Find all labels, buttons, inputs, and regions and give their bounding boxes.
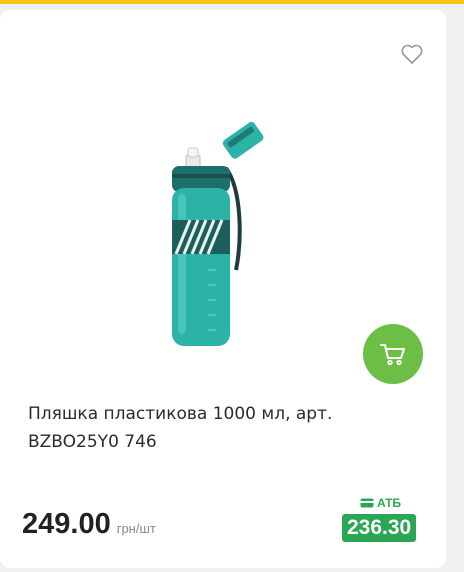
cart-icon: [380, 344, 405, 366]
heart-icon: [401, 44, 423, 64]
atb-label-text: АТБ: [377, 496, 402, 510]
product-title[interactable]: Пляшка пластикова 1000 мл, арт. BZBO25Y0…: [28, 400, 428, 456]
product-card[interactable]: Пляшка пластикова 1000 мл, арт. BZBO25Y0…: [0, 10, 446, 568]
atb-card-price: 236.30: [342, 514, 417, 542]
card-icon: [360, 498, 374, 508]
add-to-cart-button[interactable]: [363, 324, 423, 384]
price-row: 249.00 грн/шт: [22, 508, 156, 541]
product-image[interactable]: [150, 120, 280, 350]
water-bottle-image: [172, 121, 264, 346]
atb-card-label: АТБ: [360, 496, 401, 510]
favorite-button[interactable]: [400, 43, 424, 65]
price-unit: грн/шт: [116, 521, 156, 536]
top-accent-bar: [0, 0, 464, 4]
product-price: 249.00: [22, 508, 111, 540]
